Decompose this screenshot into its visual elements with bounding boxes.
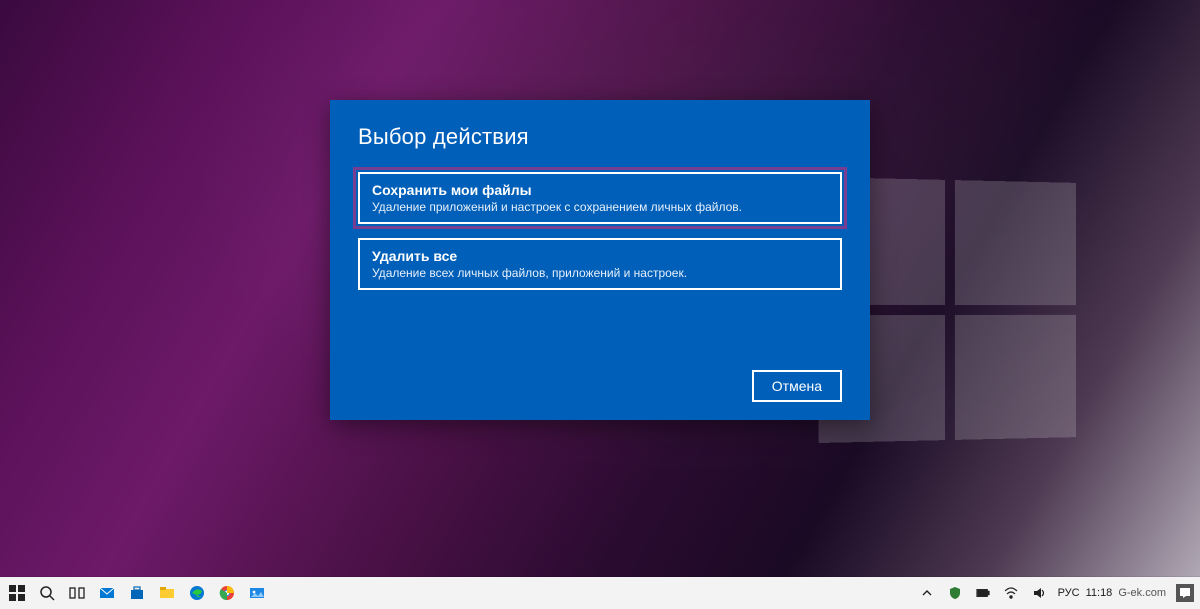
search-icon[interactable]	[36, 582, 58, 604]
tray-chevron-icon[interactable]	[918, 584, 936, 602]
language-indicator[interactable]: РУС	[1058, 587, 1080, 599]
reset-choice-dialog: Выбор действия Сохранить мои файлы Удале…	[330, 100, 870, 420]
cancel-button[interactable]: Отмена	[752, 370, 842, 402]
clock[interactable]: 11:18	[1086, 587, 1113, 599]
images-icon[interactable]	[246, 582, 268, 604]
dialog-title: Выбор действия	[358, 124, 842, 150]
chrome-icon[interactable]	[216, 582, 238, 604]
explorer-icon[interactable]	[156, 582, 178, 604]
start-button[interactable]	[6, 582, 28, 604]
watermark-text: G-ek.com	[1118, 587, 1166, 599]
option-keep-files[interactable]: Сохранить мои файлы Удаление приложений …	[358, 172, 842, 224]
wifi-icon[interactable]	[1002, 584, 1020, 602]
store-icon[interactable]	[126, 582, 148, 604]
taskbar: РУС 11:18 G-ek.com	[0, 577, 1200, 609]
task-view-icon[interactable]	[66, 582, 88, 604]
option-remove-all-desc: Удаление всех личных файлов, приложений …	[372, 266, 828, 280]
edge-icon[interactable]	[186, 582, 208, 604]
option-keep-files-title: Сохранить мои файлы	[372, 182, 828, 198]
action-center-icon[interactable]	[1176, 584, 1194, 602]
battery-icon[interactable]	[974, 584, 992, 602]
security-icon[interactable]	[946, 584, 964, 602]
mail-icon[interactable]	[96, 582, 118, 604]
option-remove-all-title: Удалить все	[372, 248, 828, 264]
option-keep-files-desc: Удаление приложений и настроек с сохране…	[372, 200, 828, 214]
volume-icon[interactable]	[1030, 584, 1048, 602]
option-remove-all[interactable]: Удалить все Удаление всех личных файлов,…	[358, 238, 842, 290]
